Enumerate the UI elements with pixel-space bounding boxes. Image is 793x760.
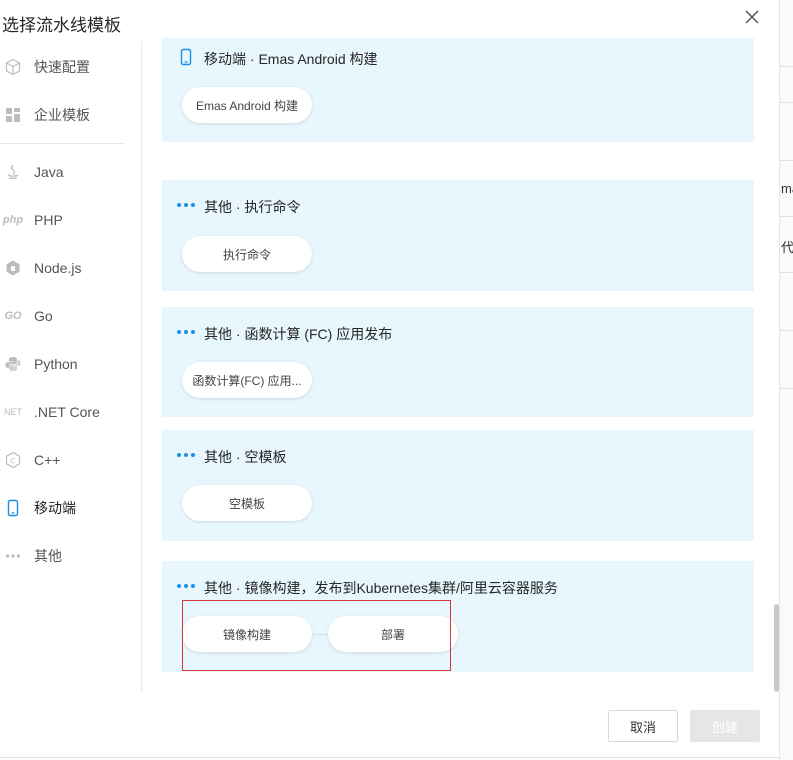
sidebar-item-dotnet-core[interactable]: NET .NET Core <box>0 397 142 427</box>
sidebar-item-label: 移动端 <box>34 500 76 516</box>
scrollbar-thumb[interactable] <box>774 604 779 692</box>
cpp-icon: C <box>2 449 24 471</box>
sidebar-item-mobile[interactable]: 移动端 <box>0 493 142 523</box>
background-divider <box>780 330 793 331</box>
grid-icon <box>2 104 24 126</box>
background-text: 代 <box>781 240 793 255</box>
dotnet-icon: NET <box>4 407 22 417</box>
sidebar-item-label: Python <box>34 356 78 372</box>
template-card-empty[interactable]: 其他 · 空模板 空模板 <box>162 430 754 541</box>
dialog-title: 选择流水线模板 <box>2 16 121 35</box>
pipeline-stage: 函数计算(FC) 应用... <box>182 362 312 398</box>
sidebar-item-label: PHP <box>34 212 63 228</box>
background-divider <box>780 160 793 161</box>
sidebar-item-label: C++ <box>34 452 61 468</box>
stage-connector <box>312 634 328 635</box>
sidebar-item-php[interactable]: php PHP <box>0 205 142 235</box>
background-divider <box>780 388 793 389</box>
pipeline-stage: Emas Android 构建 <box>182 87 312 123</box>
more-icon <box>2 545 24 567</box>
category-sidebar: 快速配置 企业模板 Java php PHP Node.js GO Go Pyt… <box>0 42 142 692</box>
cube-icon <box>2 56 24 78</box>
mobile-icon <box>177 48 195 66</box>
template-card-emas-android[interactable]: 移动端 · Emas Android 构建 Emas Android 构建 <box>162 38 754 142</box>
sidebar-item-java[interactable]: Java <box>0 157 142 187</box>
template-title: 移动端 · Emas Android 构建 <box>204 51 378 67</box>
sidebar-item-enterprise-templates[interactable]: 企业模板 <box>0 100 142 130</box>
mobile-icon <box>2 497 24 519</box>
template-list: 移动端 · Emas Android 构建 Emas Android 构建 其他… <box>162 0 754 692</box>
more-icon <box>177 323 195 341</box>
sidebar-item-label: Node.js <box>34 260 82 276</box>
sidebar-item-label: 企业模板 <box>34 107 90 123</box>
pipeline-stage: 空模板 <box>182 485 312 521</box>
background-page: ma 代 <box>779 0 793 760</box>
pipeline-stage: 部署 <box>328 616 458 652</box>
pipeline-stage: 执行命令 <box>182 236 312 272</box>
template-card-image-build-k8s[interactable]: 其他 · 镜像构建，发布到Kubernetes集群/阿里云容器服务 镜像构建 部… <box>162 561 754 672</box>
go-icon: GO <box>4 310 22 322</box>
sidebar-item-cpp[interactable]: C C++ <box>0 445 142 475</box>
background-text: ma <box>781 181 793 196</box>
pipeline-stage: 镜像构建 <box>182 616 312 652</box>
cancel-button[interactable]: 取消 <box>608 710 678 742</box>
template-title: 其他 · 空模板 <box>204 449 287 465</box>
template-title: 其他 · 执行命令 <box>204 199 301 215</box>
template-title: 其他 · 镜像构建，发布到Kubernetes集群/阿里云容器服务 <box>204 580 558 596</box>
template-dialog: 选择流水线模板 快速配置 企业模板 Java php PHP Node.js G… <box>0 0 779 758</box>
svg-text:C: C <box>11 457 16 465</box>
more-icon <box>177 446 195 464</box>
sidebar-item-quick-config[interactable]: 快速配置 <box>0 52 142 82</box>
sidebar-item-other[interactable]: 其他 <box>0 541 142 571</box>
sidebar-item-label: 快速配置 <box>34 59 90 75</box>
background-divider <box>780 216 793 217</box>
sidebar-item-nodejs[interactable]: Node.js <box>0 253 142 283</box>
sidebar-item-label: .NET Core <box>34 404 100 420</box>
create-button[interactable]: 创建 <box>690 710 760 742</box>
python-icon <box>2 353 24 375</box>
sidebar-item-python[interactable]: Python <box>0 349 142 379</box>
more-icon <box>177 196 195 214</box>
template-card-fc-deploy[interactable]: 其他 · 函数计算 (FC) 应用发布 函数计算(FC) 应用... <box>162 307 754 417</box>
template-title: 其他 · 函数计算 (FC) 应用发布 <box>204 326 393 342</box>
background-divider <box>780 272 793 273</box>
template-card-run-command[interactable]: 其他 · 执行命令 执行命令 <box>162 180 754 291</box>
background-divider <box>780 66 793 67</box>
sidebar-item-label: 其他 <box>34 548 62 564</box>
sidebar-item-go[interactable]: GO Go <box>0 301 142 331</box>
nodejs-icon <box>2 257 24 279</box>
background-divider <box>780 102 793 103</box>
sidebar-item-label: Go <box>34 308 53 324</box>
php-icon: php <box>2 214 24 226</box>
java-icon <box>2 161 24 183</box>
sidebar-divider <box>0 143 125 144</box>
more-icon <box>177 577 195 595</box>
sidebar-item-label: Java <box>34 164 64 180</box>
